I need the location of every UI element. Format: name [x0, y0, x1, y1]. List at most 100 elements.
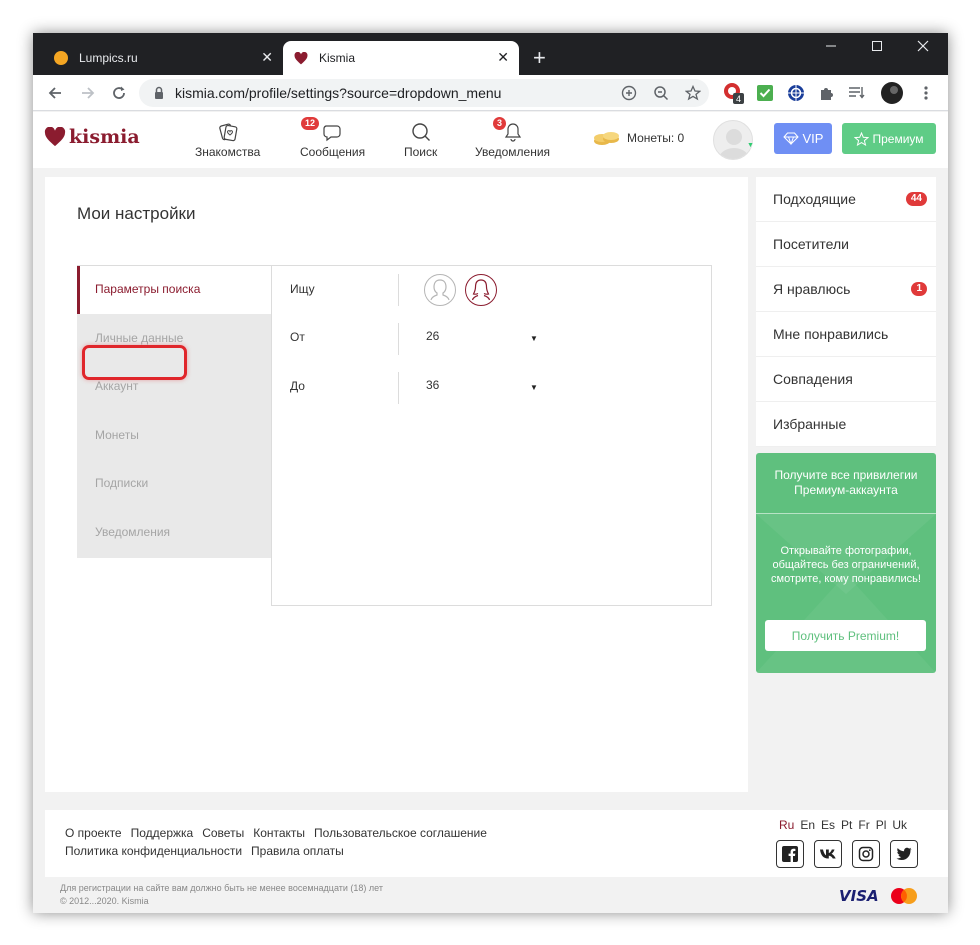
- nav-notifications[interactable]: Уведомления: [475, 120, 550, 159]
- divider: [398, 274, 399, 306]
- lock-icon[interactable]: [149, 83, 169, 103]
- close-tab-icon[interactable]: ✕: [261, 50, 273, 64]
- menu-search-params[interactable]: Параметры поиска: [77, 265, 271, 314]
- sidebar-item-label: Посетители: [773, 236, 849, 252]
- coins-label: Монеты: 0: [627, 131, 685, 145]
- address-bar[interactable]: kismia.com/profile/settings?source=dropd…: [139, 79, 709, 107]
- coins-icon: [594, 132, 619, 145]
- puzzle-extensions-icon[interactable]: [816, 82, 838, 104]
- tab-strip: Lumpics.ru ✕ Kismia ✕ +: [33, 33, 948, 75]
- sidebar-item-matches[interactable]: Совпадения: [756, 357, 936, 402]
- browser-menu-icon[interactable]: [915, 82, 937, 104]
- sidebar-item-i-liked[interactable]: Мне понравились: [756, 312, 936, 357]
- back-icon[interactable]: [43, 81, 67, 105]
- tab-title: Lumpics.ru: [79, 51, 138, 65]
- chat-icon: [322, 120, 344, 142]
- coins-balance[interactable]: Монеты: 0: [593, 129, 684, 147]
- menu-coins[interactable]: Монеты: [77, 411, 271, 460]
- close-window-button[interactable]: [917, 39, 929, 56]
- to-age-select[interactable]: 36: [426, 378, 439, 392]
- male-avatar-icon: [430, 279, 450, 301]
- forward-icon[interactable]: [76, 81, 100, 105]
- lang-ru[interactable]: Ru: [779, 818, 794, 832]
- male-gender-button[interactable]: [424, 274, 456, 306]
- instagram-icon[interactable]: [852, 840, 880, 868]
- add-icon[interactable]: [619, 83, 639, 103]
- lang-uk[interactable]: Uk: [892, 818, 907, 832]
- url-text: kismia.com/profile/settings?source=dropd…: [175, 85, 502, 101]
- page-title: Мои настройки: [77, 204, 196, 223]
- sidebar-item-visitors[interactable]: Посетители: [756, 222, 936, 267]
- zoom-icon[interactable]: [651, 83, 671, 103]
- menu-notifications[interactable]: Уведомления: [77, 508, 271, 557]
- chevron-down-icon[interactable]: ▼: [530, 334, 538, 343]
- twitter-icon[interactable]: [890, 840, 918, 868]
- vip-button[interactable]: VIP: [774, 123, 832, 154]
- female-gender-button[interactable]: [465, 274, 497, 306]
- settings-panel: Ищу От 26 ▼ До 36 ▼: [271, 265, 712, 606]
- close-tab-icon[interactable]: ✕: [497, 50, 509, 64]
- sidebar-item-favorites[interactable]: Избранные: [756, 402, 936, 447]
- language-switcher: Ru En Es Pt Fr Pl Uk: [779, 818, 907, 832]
- footer-link-privacy[interactable]: Политика конфиденциальности: [65, 844, 242, 858]
- get-premium-button[interactable]: Получить Premium!: [765, 620, 926, 651]
- footer-link-tips[interactable]: Советы: [202, 826, 244, 840]
- footer-link-about[interactable]: О проекте: [65, 826, 122, 840]
- site-footer: О проекте Поддержка Советы Контакты Поль…: [45, 810, 948, 877]
- check-extension-icon[interactable]: [754, 82, 776, 104]
- footer-link-payment-rules[interactable]: Правила оплаты: [251, 844, 344, 858]
- premium-button[interactable]: Премиум: [842, 123, 936, 154]
- user-avatar[interactable]: [713, 120, 753, 160]
- lang-es[interactable]: Es: [821, 818, 835, 832]
- lang-pt[interactable]: Pt: [841, 818, 852, 832]
- from-age-select[interactable]: 26: [426, 329, 439, 343]
- kismia-favicon-icon: [293, 50, 309, 66]
- count-badge: 44: [905, 192, 927, 206]
- copyright-text: © 2012...2020. Kismia: [60, 896, 149, 906]
- sidebar-item-label: Подходящие: [773, 191, 856, 207]
- maximize-button[interactable]: [871, 39, 883, 56]
- bookmark-star-icon[interactable]: [683, 83, 703, 103]
- facebook-icon[interactable]: [776, 840, 804, 868]
- premium-label: Премиум: [872, 131, 924, 146]
- chevron-down-icon[interactable]: ▼: [530, 383, 538, 392]
- reload-icon[interactable]: [107, 81, 131, 105]
- lang-pl[interactable]: Pl: [876, 818, 887, 832]
- mastercard-logo: [891, 888, 917, 904]
- lang-fr[interactable]: Fr: [858, 818, 869, 832]
- chevron-down-icon[interactable]: ▼: [747, 142, 754, 149]
- settings-card: Мои настройки Ищу От 26 ▼ До 36 ▼ Параме…: [45, 177, 748, 792]
- vk-icon[interactable]: [814, 840, 842, 868]
- nav-search[interactable]: Поиск: [404, 120, 437, 159]
- kismia-logo[interactable]: kismia: [44, 126, 140, 148]
- adblock-extension-icon[interactable]: 4: [722, 82, 744, 104]
- divider: [77, 265, 271, 266]
- vip-label: VIP: [802, 131, 824, 146]
- sidebar-item-label: Совпадения: [773, 371, 853, 387]
- sidebar-item-matching[interactable]: Подходящие 44: [756, 177, 936, 222]
- legal-notice: Для регистрации на сайте вам должно быть…: [60, 882, 383, 908]
- profile-avatar-icon[interactable]: [881, 82, 903, 104]
- premium-promo: Получите все привилегии Премиум-аккаунта…: [756, 453, 936, 673]
- minimize-button[interactable]: [825, 39, 837, 56]
- site-header: kismia Знакомства Сообщения 12 Поиск Уве…: [33, 112, 948, 168]
- nav-dating[interactable]: Знакомства: [195, 120, 260, 159]
- footer-link-support[interactable]: Поддержка: [131, 826, 194, 840]
- from-label: От: [290, 330, 305, 344]
- sidebar-item-likes-me[interactable]: Я нравлюсь 1: [756, 267, 936, 312]
- menu-subscriptions[interactable]: Подписки: [77, 459, 271, 508]
- new-tab-button[interactable]: +: [533, 47, 546, 69]
- vpn-extension-icon[interactable]: [785, 82, 807, 104]
- footer-link-terms[interactable]: Пользовательское соглашение: [314, 826, 487, 840]
- messages-count-badge: 12: [301, 117, 320, 130]
- tab-kismia[interactable]: Kismia ✕: [283, 41, 519, 75]
- footer-links-row-1: О проекте Поддержка Советы Контакты Поль…: [65, 826, 487, 840]
- tab-lumpics[interactable]: Lumpics.ru ✕: [43, 41, 283, 75]
- lang-en[interactable]: En: [800, 818, 815, 832]
- footer-links-row-2: Политика конфиденциальности Правила опла…: [65, 844, 344, 858]
- reading-list-icon[interactable]: [846, 82, 868, 104]
- heart-logo-icon: [44, 127, 66, 147]
- svg-text:4: 4: [736, 94, 741, 104]
- browser-window: Lumpics.ru ✕ Kismia ✕ + kismia.com/profi…: [33, 33, 948, 913]
- footer-link-contacts[interactable]: Контакты: [253, 826, 305, 840]
